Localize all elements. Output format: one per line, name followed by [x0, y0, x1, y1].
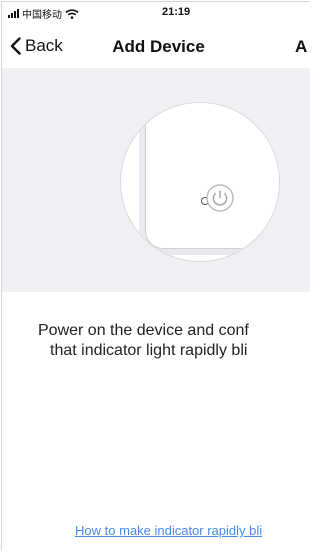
app-screen: 中国移动 21:19 Back Add Device A Power on th…	[1, 1, 310, 551]
status-time: 21:19	[162, 6, 191, 18]
device-illustration	[120, 102, 280, 262]
status-left: 中国移动	[8, 6, 79, 21]
signal-strength-icon	[8, 9, 19, 18]
device-illustration-area	[2, 68, 310, 292]
navigation-bar: Back Add Device A	[2, 24, 310, 68]
power-button-icon	[206, 184, 234, 212]
status-bar: 中国移动 21:19	[2, 2, 310, 24]
instruction-line-1: Power on the device and conf	[38, 322, 249, 339]
device-body	[145, 103, 279, 249]
page-title: Add Device	[112, 37, 205, 56]
nav-right-button[interactable]: A	[295, 37, 307, 57]
carrier-name: 中国移动	[22, 10, 62, 21]
instruction-line-2: that indicator light rapidly bli	[50, 342, 248, 359]
wifi-icon	[65, 8, 79, 19]
help-link[interactable]: How to make indicator rapidly bli	[75, 523, 262, 538]
instruction-text: Power on the device and conf that indica…	[38, 321, 310, 361]
